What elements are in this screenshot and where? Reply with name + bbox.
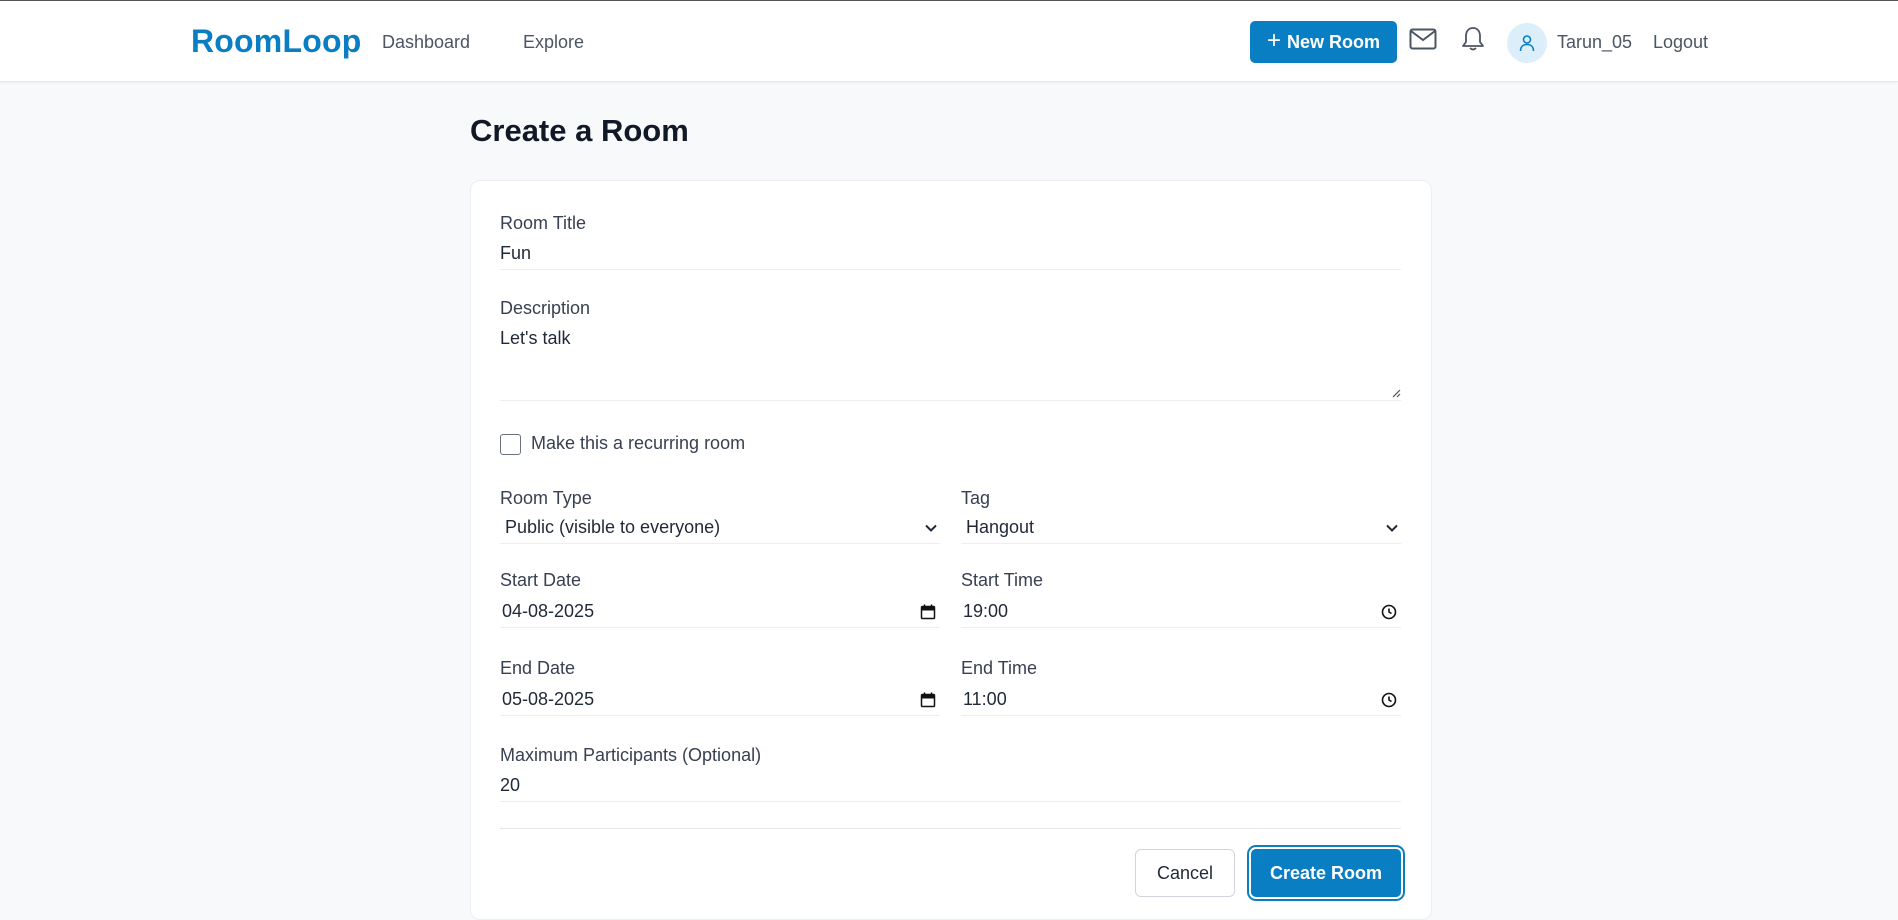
resize-handle-icon[interactable] [1391, 388, 1401, 398]
room-type-value: Public (visible to everyone) [505, 517, 721, 537]
end-time-label: End Time [961, 658, 1038, 678]
description-textarea[interactable]: Let's talk [500, 324, 1401, 401]
navbar: RoomLoop Dashboard Explore + New Room Ta… [0, 1, 1898, 82]
room-type-select[interactable]: Public (visible to everyone) [500, 512, 940, 544]
description-label: Description [500, 298, 591, 318]
max-participants-input[interactable]: 20 [500, 770, 1401, 802]
room-title-label: Room Title [500, 213, 587, 233]
nav-link-explore[interactable]: Explore [523, 32, 584, 53]
room-title-value: Fun [500, 243, 532, 263]
tag-select[interactable]: Hangout [961, 512, 1401, 544]
calendar-icon[interactable] [920, 692, 936, 708]
avatar[interactable] [1507, 23, 1547, 63]
bell-icon[interactable] [1457, 23, 1489, 55]
tag-label: Tag [961, 488, 991, 508]
page-title: Create a Room [470, 113, 689, 148]
start-time-value: 19:00 [963, 601, 1009, 621]
create-room-form-card [470, 180, 1432, 920]
logout-link[interactable]: Logout [1653, 32, 1708, 53]
clock-icon[interactable] [1381, 692, 1397, 708]
plus-icon: + [1266, 27, 1281, 54]
description-value: Let's talk [500, 328, 571, 348]
end-date-value: 05-08-2025 [502, 689, 595, 709]
start-date-input[interactable]: 04-08-2025 [500, 596, 940, 628]
recurring-checkbox[interactable] [500, 434, 521, 455]
create-room-button[interactable]: Create Room [1249, 847, 1403, 899]
clock-icon[interactable] [1381, 604, 1397, 620]
user-icon [1519, 35, 1535, 52]
new-room-button[interactable]: + New Room [1250, 21, 1397, 63]
tag-value: Hangout [966, 517, 1035, 537]
start-date-value: 04-08-2025 [502, 601, 595, 621]
nav-link-dashboard[interactable]: Dashboard [382, 32, 470, 53]
new-room-label: New Room [1287, 31, 1381, 52]
mail-icon[interactable] [1407, 23, 1439, 55]
start-date-label: Start Date [500, 570, 582, 590]
start-time-label: Start Time [961, 570, 1044, 590]
calendar-icon[interactable] [920, 604, 936, 620]
max-participants-value: 20 [500, 775, 521, 795]
end-date-input[interactable]: 05-08-2025 [500, 684, 940, 716]
room-title-input[interactable]: Fun [500, 238, 1401, 270]
room-type-label: Room Type [500, 488, 592, 508]
username[interactable]: Tarun_05 [1557, 32, 1632, 53]
brand-logo[interactable]: RoomLoop [191, 23, 361, 60]
end-time-value: 11:00 [963, 689, 1007, 709]
start-time-input[interactable]: 19:00 [961, 596, 1401, 628]
max-participants-label: Maximum Participants (Optional) [500, 745, 762, 765]
chevron-down-icon [1386, 524, 1398, 532]
cancel-button[interactable]: Cancel [1135, 849, 1235, 897]
end-date-label: End Date [500, 658, 576, 678]
recurring-label[interactable]: Make this a recurring room [531, 433, 745, 454]
end-time-input[interactable]: 11:00 [961, 684, 1401, 716]
form-divider [500, 828, 1401, 829]
chevron-down-icon [925, 524, 937, 532]
